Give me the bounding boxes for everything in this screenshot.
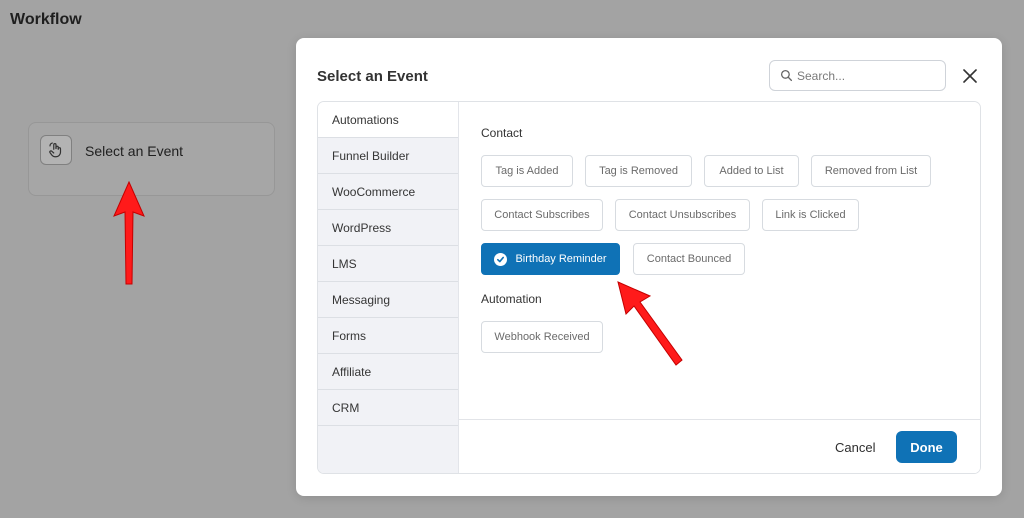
event-list: Contact Tag is Added Tag is Removed Adde…	[459, 102, 980, 473]
check-icon	[494, 252, 508, 266]
modal-title: Select an Event	[317, 68, 428, 85]
event-added-to-list[interactable]: Added to List	[704, 155, 799, 187]
sidebar-item-woocommerce[interactable]: WooCommerce	[318, 174, 458, 210]
section-label-automation: Automation	[481, 292, 542, 306]
event-link-is-clicked[interactable]: Link is Clicked	[762, 199, 859, 231]
section-label-contact: Contact	[481, 126, 523, 140]
annotation-arrow-up	[113, 180, 145, 285]
event-tag-is-added[interactable]: Tag is Added	[481, 155, 573, 187]
modal-footer: Cancel Done	[459, 419, 980, 473]
cancel-button[interactable]: Cancel	[835, 440, 875, 455]
sidebar-item-automations[interactable]: Automations	[318, 102, 458, 138]
done-button[interactable]: Done	[896, 431, 957, 463]
event-contact-unsubscribes[interactable]: Contact Unsubscribes	[615, 199, 750, 231]
event-contact-subscribes[interactable]: Contact Subscribes	[481, 199, 603, 231]
event-birthday-reminder[interactable]: Birthday Reminder	[481, 243, 620, 275]
event-tag-is-removed[interactable]: Tag is Removed	[585, 155, 692, 187]
category-sidebar: Automations Funnel Builder WooCommerce W…	[318, 102, 459, 473]
sidebar-item-crm[interactable]: CRM	[318, 390, 458, 426]
sidebar-item-funnel-builder[interactable]: Funnel Builder	[318, 138, 458, 174]
event-contact-bounced[interactable]: Contact Bounced	[633, 243, 745, 275]
event-birthday-reminder-label: Birthday Reminder	[515, 253, 607, 265]
close-button[interactable]	[960, 66, 980, 86]
search-box[interactable]	[769, 60, 946, 91]
annotation-arrow-diagonal	[617, 281, 683, 366]
select-event-node[interactable]: Select an Event	[28, 122, 275, 196]
sidebar-item-affiliate[interactable]: Affiliate	[318, 354, 458, 390]
page-title: Workflow	[10, 11, 82, 28]
sidebar-item-messaging[interactable]: Messaging	[318, 282, 458, 318]
search-icon	[780, 69, 793, 82]
event-webhook-received[interactable]: Webhook Received	[481, 321, 603, 353]
event-removed-from-list[interactable]: Removed from List	[811, 155, 931, 187]
node-label: Select an Event	[85, 143, 184, 159]
sidebar-item-forms[interactable]: Forms	[318, 318, 458, 354]
select-event-modal: Select an Event Automations Funnel Build…	[296, 38, 1002, 496]
sidebar-item-lms[interactable]: LMS	[318, 246, 458, 282]
close-icon	[963, 69, 977, 83]
hand-pointer-icon	[40, 135, 72, 165]
sidebar-item-wordpress[interactable]: WordPress	[318, 210, 458, 246]
search-input[interactable]	[797, 66, 937, 86]
